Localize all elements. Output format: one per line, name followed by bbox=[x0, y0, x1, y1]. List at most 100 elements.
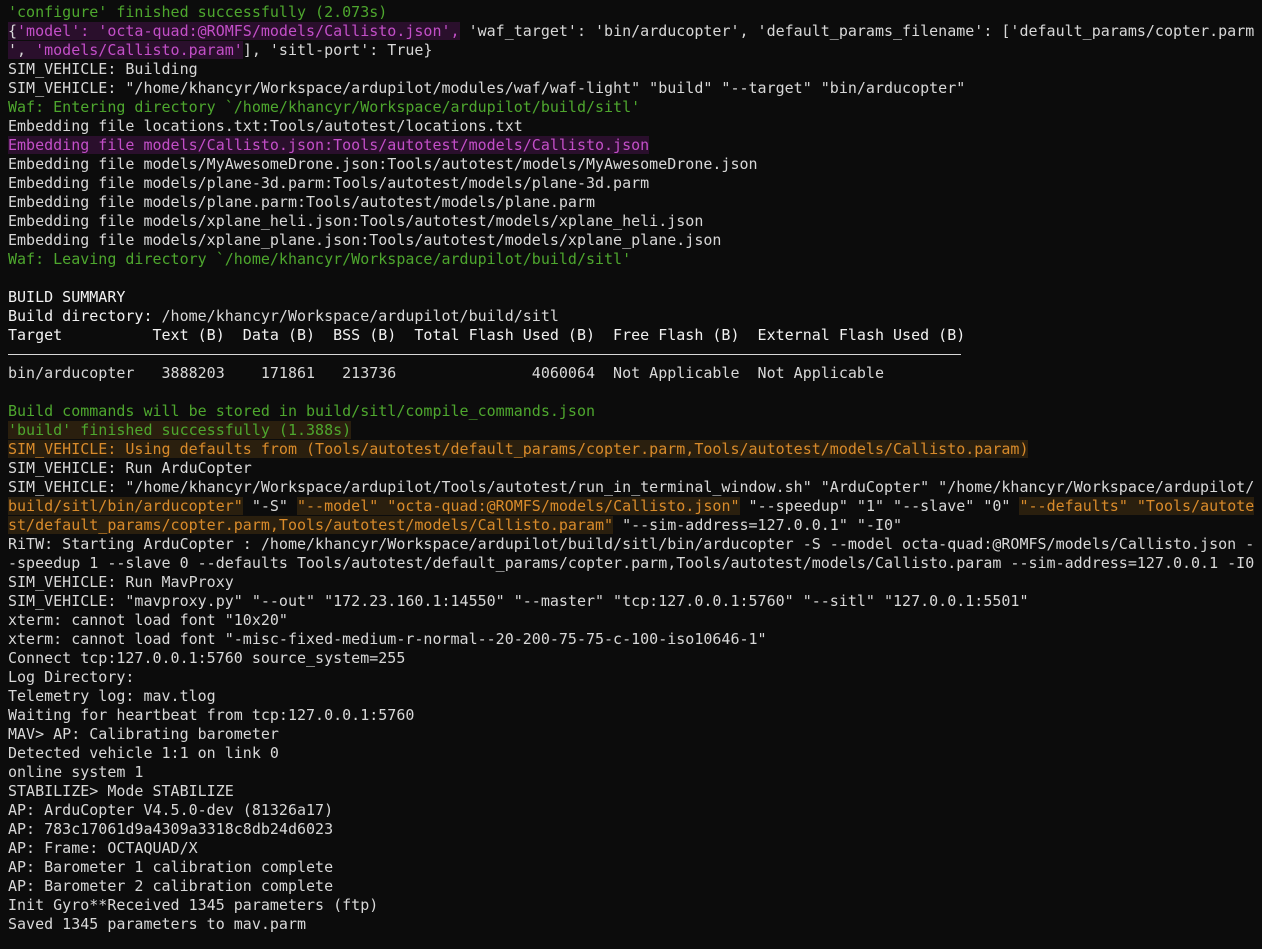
terminal-line: Waf: Entering directory `/home/khancyr/W… bbox=[8, 98, 1258, 117]
terminal-line: SIM_VEHICLE: "/home/khancyr/Workspace/ar… bbox=[8, 478, 1258, 497]
terminal-text: AP: ArduCopter V4.5.0-dev (81326a17) bbox=[8, 801, 334, 819]
terminal-text: Build commands will be stored in build/s… bbox=[8, 402, 595, 420]
terminal-line: Waf: Leaving directory `/home/khancyr/Wo… bbox=[8, 250, 1258, 269]
terminal-line: STABILIZE> Mode STABILIZE bbox=[8, 782, 1258, 801]
terminal-line: Embedding file models/xplane_heli.json:T… bbox=[8, 212, 1258, 231]
terminal-line: AP: Barometer 1 calibration complete bbox=[8, 858, 1258, 877]
terminal-line: build/sitl/bin/arducopter" "-S" "--model… bbox=[8, 497, 1258, 516]
terminal-line: Build directory: /home/khancyr/Workspace… bbox=[8, 307, 1258, 326]
terminal-text: AP: Barometer 1 calibration complete bbox=[8, 858, 334, 876]
terminal-text: Log Directory: bbox=[8, 668, 135, 686]
terminal-text: Embedding file locations.txt:Tools/autot… bbox=[8, 117, 523, 135]
terminal-line: online system 1 bbox=[8, 763, 1258, 782]
terminal-line: AP: ArduCopter V4.5.0-dev (81326a17) bbox=[8, 801, 1258, 820]
terminal-text: AP: Frame: OCTAQUAD/X bbox=[8, 839, 198, 857]
terminal-text: Init Gyro**Received 1345 parameters (ftp… bbox=[8, 896, 379, 914]
terminal-text: Embedding file models/plane-3d.parm:Tool… bbox=[8, 174, 650, 192]
terminal-text: Telemetry log: mav.tlog bbox=[8, 687, 216, 705]
terminal-line: Connect tcp:127.0.0.1:5760 source_system… bbox=[8, 649, 1258, 668]
terminal-line: BUILD SUMMARY bbox=[8, 288, 1258, 307]
terminal-text: SIM_VEHICLE: Run MavProxy bbox=[8, 573, 234, 591]
table-divider bbox=[8, 345, 1258, 364]
terminal-line: Build commands will be stored in build/s… bbox=[8, 402, 1258, 421]
terminal-text: "--model" "octa-quad:@ROMFS/models/Calli… bbox=[297, 497, 740, 515]
terminal-text: Embedding file models/xplane_plane.json:… bbox=[8, 231, 722, 249]
terminal-line: SIM_VEHICLE: Building bbox=[8, 60, 1258, 79]
terminal-line: Embedding file models/Callisto.json:Tool… bbox=[8, 136, 1258, 155]
terminal-line: 'configure' finished successfully (2.073… bbox=[8, 3, 1258, 22]
terminal-text: Waf: Entering directory `/home/khancyr/W… bbox=[8, 98, 641, 116]
terminal-text: SIM_VEHICLE: "mavproxy.py" "--out" "172.… bbox=[8, 592, 1029, 610]
terminal-text: Embedding file models/plane.parm:Tools/a… bbox=[8, 193, 595, 211]
terminal-line: AP: 783c17061d9a4309a3318c8db24d6023 bbox=[8, 820, 1258, 839]
terminal-text: { bbox=[8, 22, 18, 40]
terminal-line: Embedding file models/plane.parm:Tools/a… bbox=[8, 193, 1258, 212]
terminal-line: xterm: cannot load font "10x20" bbox=[8, 611, 1258, 630]
terminal-text: BUILD SUMMARY bbox=[8, 288, 126, 306]
terminal-text: AP: Barometer 2 calibration complete bbox=[8, 877, 334, 895]
terminal-line: MAV> AP: Calibrating barometer bbox=[8, 725, 1258, 744]
terminal-line: Target Text (B) Data (B) BSS (B) Total F… bbox=[8, 326, 1258, 345]
terminal-text: /home/khancyr/Workspace/ardupilot/build/… bbox=[152, 307, 559, 325]
terminal-line: bin/arducopter 3888203 171861 213736 406… bbox=[8, 364, 1258, 383]
terminal-text: 'waf_target': 'bin/arducopter', 'default… bbox=[459, 22, 1255, 40]
terminal-line: Init Gyro**Received 1345 parameters (ftp… bbox=[8, 896, 1258, 915]
terminal-line: Waiting for heartbeat from tcp:127.0.0.1… bbox=[8, 706, 1258, 725]
terminal-text: -speedup 1 --slave 0 --defaults Tools/au… bbox=[8, 554, 1255, 572]
terminal-line: AP: Frame: OCTAQUAD/X bbox=[8, 839, 1258, 858]
terminal-text: SIM_VEHICLE: Using defaults from (Tools/… bbox=[8, 440, 1029, 458]
terminal-text: xterm: cannot load font "-misc-fixed-med… bbox=[8, 630, 767, 648]
terminal-text: MAV> AP: Calibrating barometer bbox=[8, 725, 279, 743]
terminal-line: SIM_VEHICLE: "/home/khancyr/Workspace/ar… bbox=[8, 79, 1258, 98]
terminal-line: SIM_VEHICLE: Run MavProxy bbox=[8, 573, 1258, 592]
terminal-line: Embedding file models/xplane_plane.json:… bbox=[8, 231, 1258, 250]
terminal-line: 'build' finished successfully (1.388s) bbox=[8, 421, 1258, 440]
terminal-line: {'model': 'octa-quad:@ROMFS/models/Calli… bbox=[8, 22, 1258, 41]
terminal-text: Build directory: bbox=[8, 307, 153, 325]
terminal-text: Waiting for heartbeat from tcp:127.0.0.1… bbox=[8, 706, 415, 724]
terminal-text: online system 1 bbox=[8, 763, 144, 781]
terminal-line: st/default_params/copter.parm,Tools/auto… bbox=[8, 516, 1258, 535]
terminal-text: 'configure' finished successfully (2.073… bbox=[8, 3, 388, 21]
terminal-text: SIM_VEHICLE: "/home/khancyr/Workspace/ar… bbox=[8, 79, 966, 97]
terminal-line: RiTW: Starting ArduCopter : /home/khancy… bbox=[8, 535, 1258, 554]
terminal-line: AP: Barometer 2 calibration complete bbox=[8, 877, 1258, 896]
terminal-text: SIM_VEHICLE: Run ArduCopter bbox=[8, 459, 252, 477]
terminal-text: ', bbox=[8, 41, 36, 59]
terminal-text: build/sitl/bin/arducopter" bbox=[8, 497, 243, 515]
terminal-text: st/default_params/copter.parm,Tools/auto… bbox=[8, 516, 614, 534]
terminal-text: Target Text (B) Data (B) BSS (B) Total F… bbox=[8, 326, 966, 344]
terminal-text: "--sim-address=127.0.0.1" "-I0" bbox=[613, 516, 903, 534]
terminal-text: Waf: Leaving directory `/home/khancyr/Wo… bbox=[8, 250, 632, 268]
terminal-text: ], 'sitl-port': True} bbox=[242, 41, 433, 59]
terminal-text: xterm: cannot load font "10x20" bbox=[8, 611, 288, 629]
terminal-text: SIM_VEHICLE: "/home/khancyr/Workspace/ar… bbox=[8, 478, 1255, 496]
terminal-text: 'models/Callisto.param' bbox=[35, 41, 243, 59]
terminal-line: Detected vehicle 1:1 on link 0 bbox=[8, 744, 1258, 763]
terminal-line: SIM_VEHICLE: Run ArduCopter bbox=[8, 459, 1258, 478]
terminal-output[interactable]: 'configure' finished successfully (2.073… bbox=[8, 3, 1258, 934]
terminal-line: Saved 1345 parameters to mav.parm bbox=[8, 915, 1258, 934]
terminal-line: SIM_VEHICLE: Using defaults from (Tools/… bbox=[8, 440, 1258, 459]
terminal-text: bin/arducopter 3888203 171861 213736 406… bbox=[8, 364, 884, 382]
terminal-text: SIM_VEHICLE: Building bbox=[8, 60, 198, 78]
terminal-text: Embedding file models/xplane_heli.json:T… bbox=[8, 212, 704, 230]
terminal-line: Log Directory: bbox=[8, 668, 1258, 687]
terminal-text: RiTW: Starting ArduCopter : /home/khancy… bbox=[8, 535, 1255, 553]
terminal-text: 'build' finished successfully (1.388s) bbox=[8, 421, 352, 439]
terminal-text: Connect tcp:127.0.0.1:5760 source_system… bbox=[8, 649, 406, 667]
terminal-text: "--speedup" "1" "--slave" "0" bbox=[739, 497, 1020, 515]
terminal-text: 'model': 'octa-quad:@ROMFS/models/Callis… bbox=[17, 22, 460, 40]
terminal-text: Detected vehicle 1:1 on link 0 bbox=[8, 744, 279, 762]
terminal-line: Embedding file models/MyAwesomeDrone.jso… bbox=[8, 155, 1258, 174]
terminal-text: "--defaults" "Tools/autote bbox=[1019, 497, 1255, 515]
terminal-line: ', 'models/Callisto.param'], 'sitl-port'… bbox=[8, 41, 1258, 60]
terminal-line: Telemetry log: mav.tlog bbox=[8, 687, 1258, 706]
terminal-line: Embedding file locations.txt:Tools/autot… bbox=[8, 117, 1258, 136]
terminal-text: Saved 1345 parameters to mav.parm bbox=[8, 915, 307, 933]
terminal-line: xterm: cannot load font "-misc-fixed-med… bbox=[8, 630, 1258, 649]
terminal-text: AP: 783c17061d9a4309a3318c8db24d6023 bbox=[8, 820, 334, 838]
terminal-text: Embedding file models/Callisto.json:Tool… bbox=[8, 136, 650, 154]
